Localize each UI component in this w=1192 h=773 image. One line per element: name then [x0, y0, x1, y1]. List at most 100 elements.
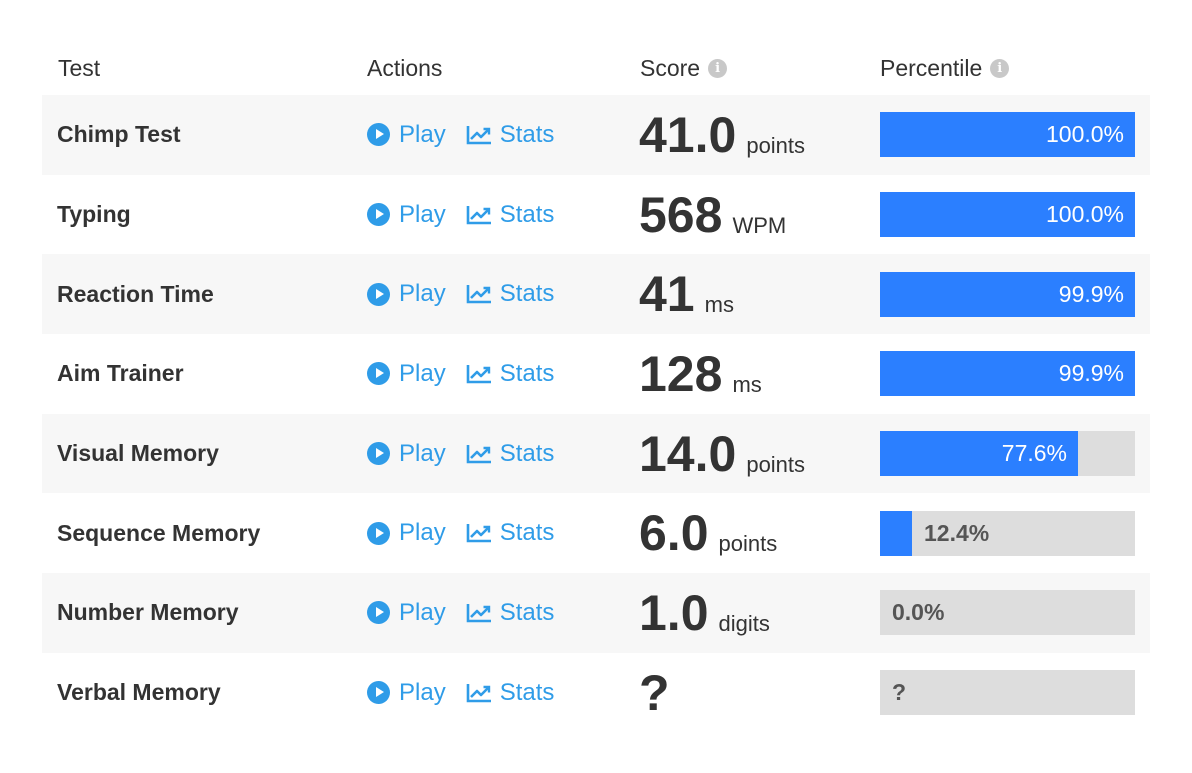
stats-label: Stats — [499, 598, 555, 626]
score-unit: digits — [718, 610, 770, 636]
header-score-label: Score — [640, 55, 701, 81]
percentile-label: ? — [892, 679, 907, 706]
percentile-cell: 100.0% — [880, 95, 1135, 175]
play-icon — [367, 123, 390, 147]
table-row: Typing Play Stats 568 WPM 100.0% — [42, 175, 1150, 255]
stats-link[interactable]: Stats — [466, 439, 555, 468]
stats-chart-icon — [466, 683, 492, 703]
play-link[interactable]: Play — [367, 201, 446, 229]
score-unit: points — [746, 451, 806, 477]
percentile-bar: 0.0% — [880, 590, 1135, 636]
table-row: Visual Memory Play Stats 14.0 points 77.6% — [42, 413, 1150, 494]
test-name: Chimp Test — [57, 121, 181, 148]
percentile-bar: 77.6% — [880, 431, 1135, 477]
stats-label: Stats — [499, 120, 555, 148]
test-name: Verbal Memory — [57, 679, 221, 706]
stats-chart-icon — [466, 444, 492, 464]
play-link[interactable]: Play — [367, 599, 446, 627]
stats-label: Stats — [499, 439, 555, 467]
stats-link[interactable]: Stats — [466, 120, 555, 149]
percentile-label: 12.4% — [924, 519, 990, 546]
stats-link[interactable]: Stats — [466, 280, 554, 308]
stats-link[interactable]: Stats — [466, 598, 555, 627]
score-cell: 128 ms — [639, 334, 762, 414]
table-row: Aim Trainer Play Stats 128 ms 99.9% — [42, 334, 1150, 414]
percentile-bar-fill — [880, 510, 912, 556]
percentile-cell: 12.4% — [880, 493, 1135, 573]
percentile-label: 77.6% — [1001, 440, 1067, 467]
percentile-cell: 100.0% — [880, 175, 1135, 255]
score-cell: 1.0 digits — [639, 573, 770, 653]
header-actions-label: Actions — [367, 55, 443, 81]
score-cell: 568 WPM — [639, 175, 786, 255]
play-icon — [367, 601, 390, 625]
table-row: Sequence Memory Play Stats 6.0 points 12.4% — [42, 493, 1150, 573]
play-icon — [367, 282, 390, 306]
header-test: Test — [58, 55, 100, 82]
play-label: Play — [399, 519, 446, 547]
percentile-label: 99.9% — [1058, 360, 1124, 387]
score-value: 128 — [639, 345, 723, 402]
header-test-label: Test — [58, 55, 101, 81]
percentile-cell: 77.6% — [880, 414, 1135, 494]
stats-label: Stats — [499, 200, 555, 228]
score-value: 14.0 — [639, 425, 737, 482]
play-icon — [367, 203, 390, 227]
test-name: Reaction Time — [57, 280, 214, 307]
results-table: Test Actions Score i Percentile i Chimp … — [42, 43, 1150, 733]
play-link[interactable]: Play — [367, 440, 446, 468]
row-actions: Play Stats — [367, 573, 554, 653]
row-actions: Play Stats — [367, 95, 554, 175]
percentile-cell: 99.9% — [880, 254, 1135, 334]
play-label: Play — [399, 280, 446, 308]
stats-label: Stats — [499, 359, 555, 387]
table-header: Test Actions Score i Percentile i — [42, 43, 1150, 95]
header-actions: Actions — [367, 55, 442, 82]
table-row: Number Memory Play Stats 1.0 digits 0.0% — [42, 573, 1150, 653]
play-label: Play — [399, 678, 446, 706]
percentile-cell: 99.9% — [880, 334, 1135, 414]
play-icon — [367, 442, 390, 466]
play-link[interactable]: Play — [367, 360, 446, 388]
row-actions: Play Stats — [367, 175, 554, 255]
score-value: 568 — [639, 186, 723, 243]
info-icon[interactable]: i — [990, 59, 1010, 78]
stats-link[interactable]: Stats — [466, 519, 555, 547]
info-icon[interactable]: i — [708, 59, 728, 78]
table-row: Reaction Time Play Stats 41 ms 99.9% — [42, 254, 1150, 335]
row-actions: Play Stats — [367, 653, 554, 733]
score-cell: 14.0 points — [639, 414, 805, 494]
play-link[interactable]: Play — [367, 280, 446, 308]
play-icon — [367, 681, 390, 705]
header-percentile: Percentile i — [880, 55, 1010, 82]
row-actions: Play Stats — [367, 414, 554, 494]
play-link[interactable]: Play — [367, 679, 446, 707]
play-label: Play — [399, 359, 446, 387]
test-name: Number Memory — [57, 599, 239, 626]
percentile-label: 100.0% — [1045, 121, 1124, 148]
play-link[interactable]: Play — [367, 121, 446, 149]
score-unit: ms — [704, 292, 734, 318]
play-label: Play — [399, 120, 446, 148]
stats-chart-icon — [466, 284, 492, 304]
play-label: Play — [399, 439, 446, 467]
stats-link[interactable]: Stats — [466, 679, 554, 707]
stats-chart-icon — [466, 523, 492, 543]
score-value: 6.0 — [639, 505, 709, 562]
score-cell: 6.0 points — [639, 493, 777, 573]
score-value: ? — [639, 664, 670, 721]
stats-link[interactable]: Stats — [466, 359, 555, 388]
stats-link[interactable]: Stats — [466, 200, 555, 229]
score-cell: 41.0 points — [639, 95, 805, 175]
header-score: Score i — [640, 55, 728, 82]
percentile-bar: ? — [880, 670, 1135, 716]
score-value: 1.0 — [639, 584, 709, 641]
score-value: 41 — [639, 266, 695, 323]
results-card: Test Actions Score i Percentile i Chimp … — [0, 0, 1192, 773]
play-link[interactable]: Play — [367, 519, 446, 547]
stats-label: Stats — [499, 519, 555, 547]
stats-chart-icon — [466, 125, 492, 145]
percentile-label: 99.9% — [1058, 280, 1124, 307]
percentile-label: 100.0% — [1045, 201, 1124, 228]
score-cell: ? — [639, 653, 680, 733]
